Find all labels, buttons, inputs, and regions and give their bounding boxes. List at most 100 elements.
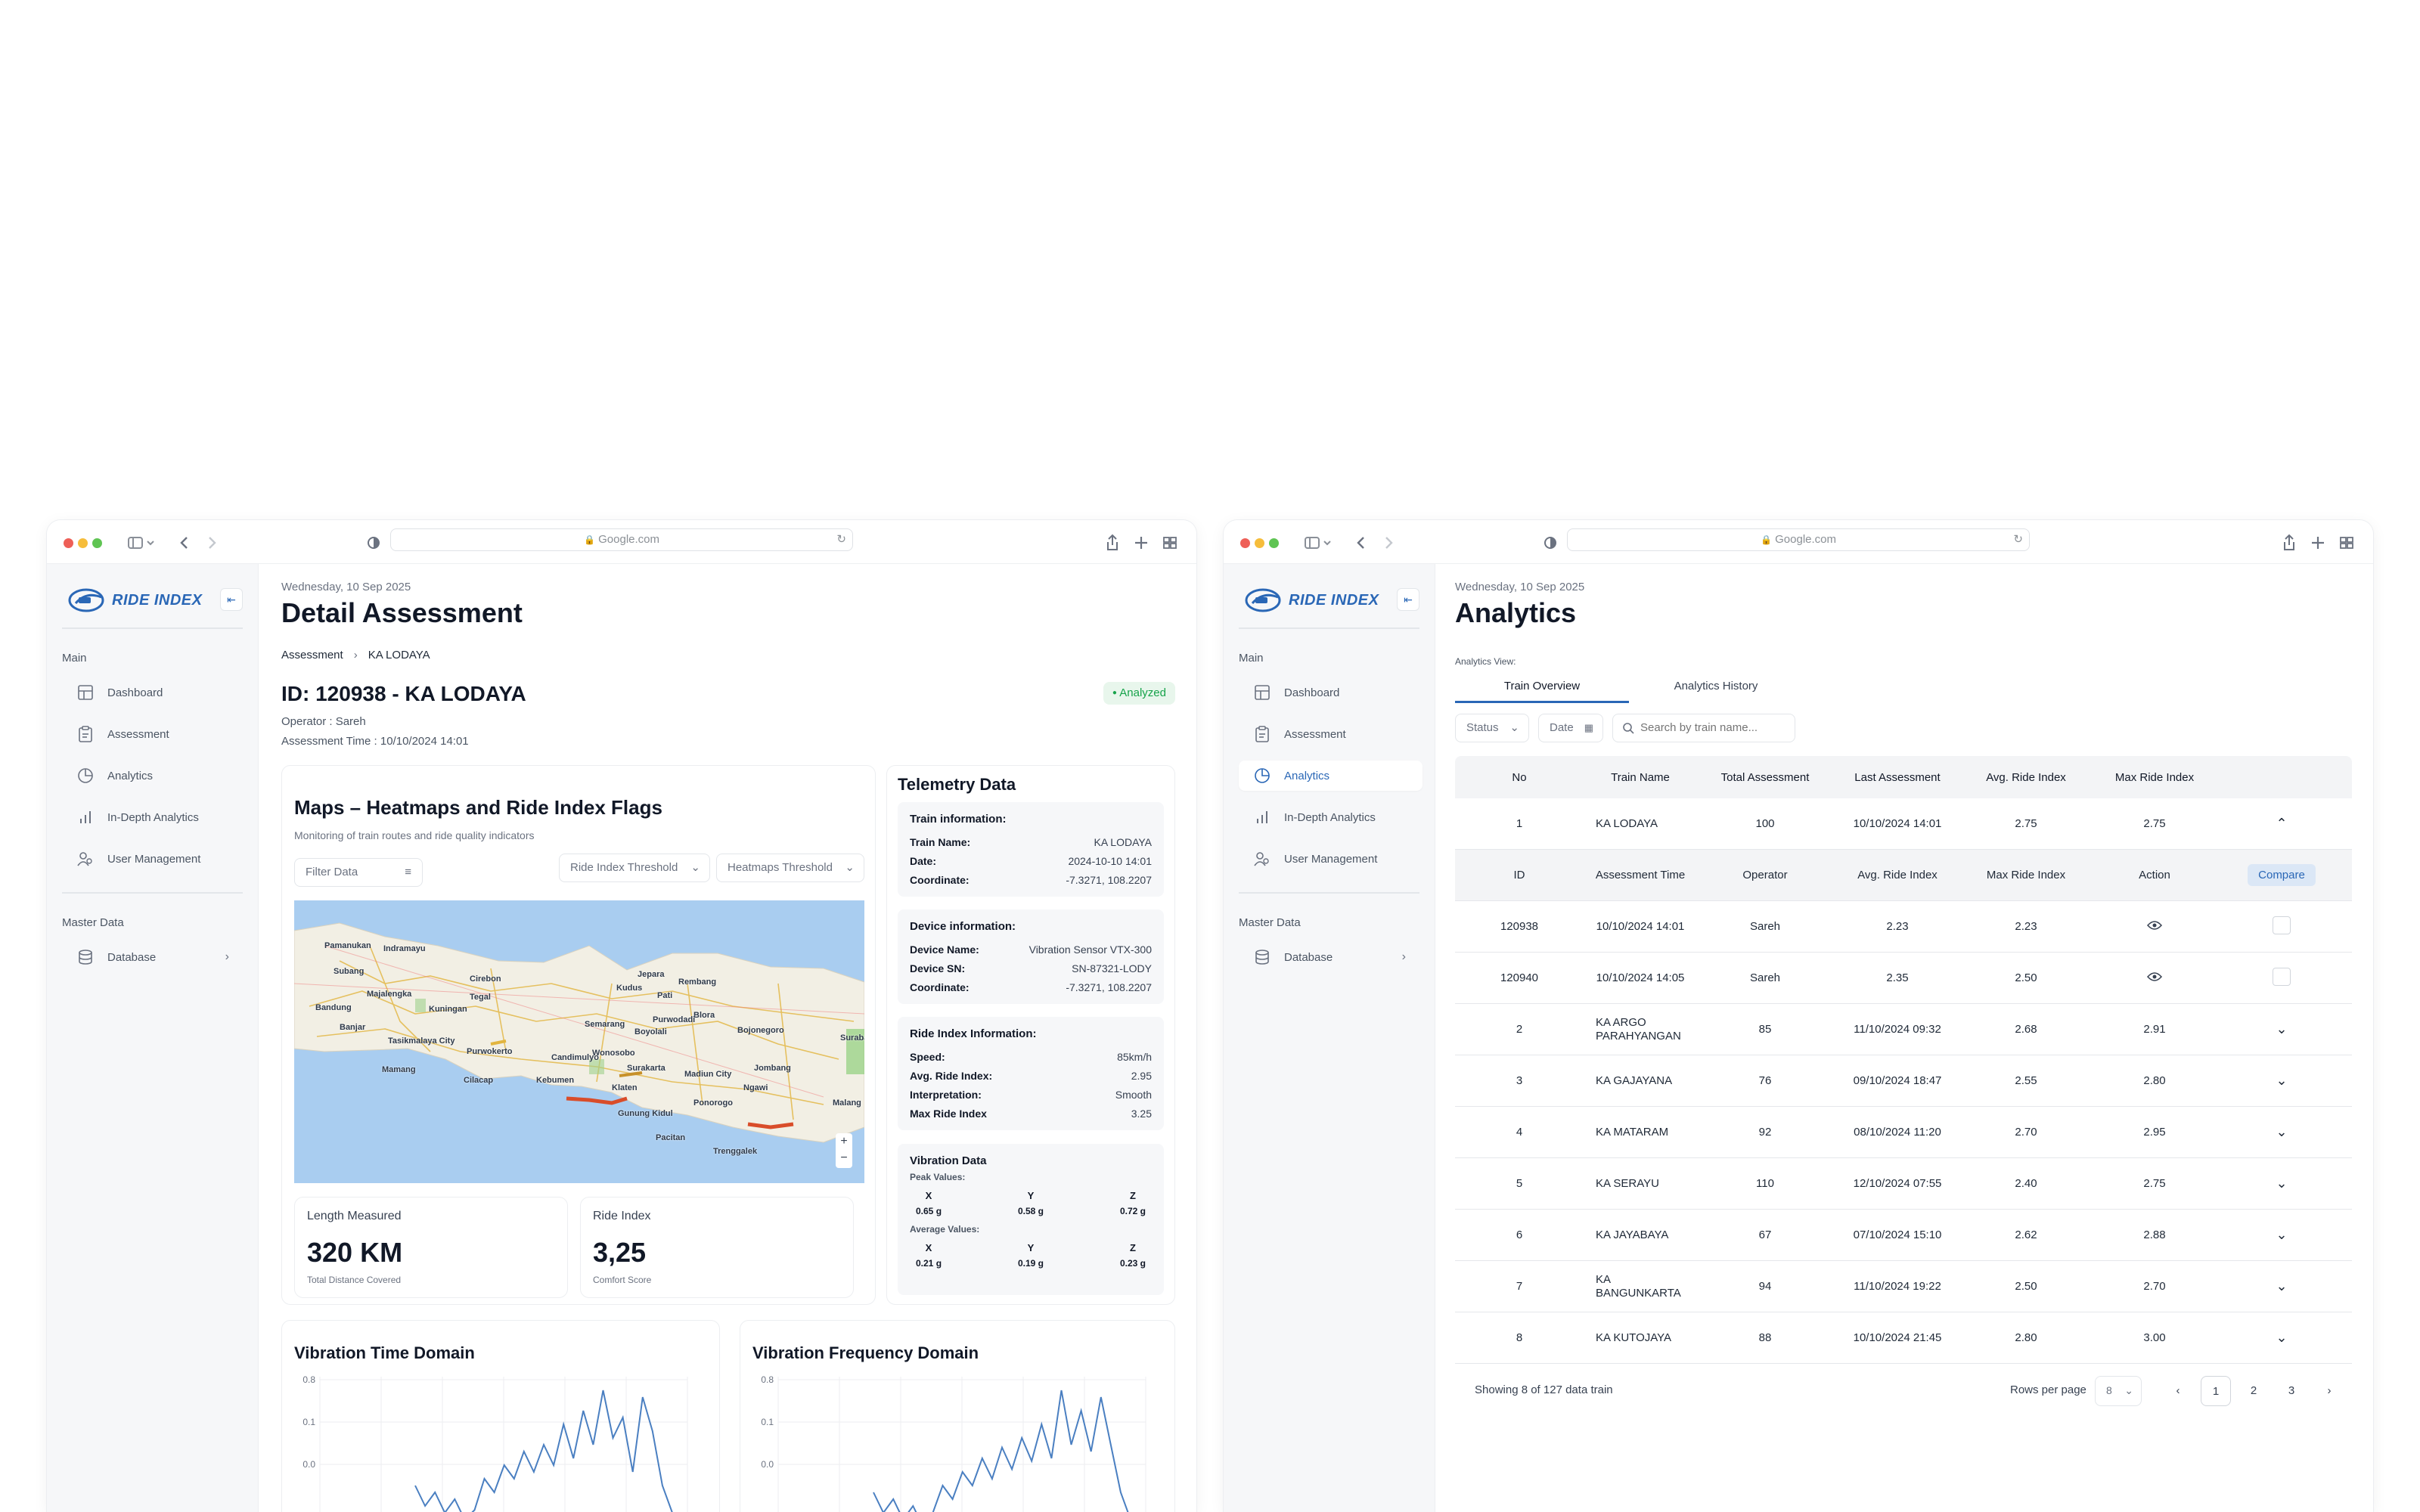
table-row[interactable]: 5 KA SERAYU 110 12/10/2024 07:55 2.40 2.75 ⌄ (1455, 1158, 2352, 1210)
map-city-label: Candimulyo (551, 1053, 599, 1062)
brand-logo[interactable]: RIDE INDEX (68, 587, 202, 614)
status-filter[interactable]: Status ⌄ (1455, 714, 1529, 742)
brand-logo[interactable]: RIDE INDEX (1245, 587, 1379, 614)
reload-icon[interactable]: ↻ (2013, 529, 2023, 550)
map-city-label: Tegal (470, 993, 491, 1002)
compare-checkbox[interactable] (2273, 967, 2291, 986)
cell-last: 08/10/2024 11:20 (1854, 1126, 1941, 1139)
new-tab-icon[interactable] (2310, 532, 2326, 553)
address-bar[interactable]: 🔒 Google.com ↻ (1567, 528, 2030, 551)
sidebar-item-in-depth-analytics[interactable]: In-Depth Analytics (62, 802, 246, 832)
sidebar-item-analytics[interactable]: Analytics (1239, 761, 1423, 791)
search-input[interactable] (1640, 721, 1784, 734)
maximize-window-button[interactable] (92, 538, 102, 548)
table-row[interactable]: 2 KA ARGO PARAHYANGAN 85 11/10/2024 09:32 2.… (1455, 1004, 2352, 1055)
breadcrumb: Assessment › KA LODAYA (281, 649, 430, 662)
map-view[interactable]: Pamanukan Indramayu Subang Cirebon Majalengk… (294, 900, 864, 1183)
y-tick-label: 0.0 (761, 1459, 774, 1470)
table-row[interactable]: 4 KA MATARAM 92 08/10/2024 11:20 2.70 2.95 ⌄ (1455, 1107, 2352, 1158)
chevron-up-icon[interactable]: ⌃ (2219, 816, 2344, 832)
minimize-window-button[interactable] (78, 538, 88, 548)
minimize-window-button[interactable] (1255, 538, 1264, 548)
sidebar-section-main: Main (62, 652, 87, 665)
collapse-sidebar-button[interactable]: ⇤ (220, 588, 243, 611)
peak-values-label: Peak Values: (910, 1172, 966, 1182)
chevron-down-icon[interactable]: ⌄ (2219, 1124, 2344, 1140)
sidebar-item-assessment[interactable]: Assessment (1239, 719, 1423, 749)
new-tab-icon[interactable] (1133, 532, 1150, 553)
ride-index-card: Ride Index 3,25 Comfort Score (580, 1197, 854, 1298)
axis-x-label: X (925, 1242, 932, 1253)
close-window-button[interactable] (64, 538, 73, 548)
map-city-label: Surabaya (840, 1033, 864, 1043)
sidebar-toggle-icon[interactable] (127, 532, 157, 553)
sidebar-item-dashboard[interactable]: Dashboard (62, 677, 246, 708)
map-city-label: Ngawi (743, 1083, 768, 1092)
zoom-out-button[interactable]: − (836, 1150, 852, 1167)
sidebar-item-database[interactable]: Database › (1239, 942, 1423, 972)
page-2-button[interactable]: 2 (2238, 1376, 2269, 1406)
share-icon[interactable] (2281, 532, 2297, 553)
sidebar-item-assessment[interactable]: Assessment (62, 719, 246, 749)
table-row[interactable]: 8 KA KUTOJAYA 88 10/10/2024 21:45 2.80 3.00 ⌄ (1455, 1312, 2352, 1364)
tab-analytics-history[interactable]: Analytics History (1629, 673, 1803, 703)
tab-overview-icon[interactable] (1162, 532, 1178, 553)
chevron-down-icon[interactable]: ⌄ (2219, 1021, 2344, 1037)
sidebar-item-user-management[interactable]: User Management (62, 844, 246, 874)
maximize-window-button[interactable] (1269, 538, 1279, 548)
shield-icon[interactable] (1541, 532, 1559, 553)
heatmaps-threshold-select[interactable]: Heatmaps Threshold ⌄ (716, 854, 864, 882)
sub-table-row: 120940 10/10/2024 14:05 Sareh 2.35 2.50 (1455, 953, 2352, 1004)
tab-train-overview[interactable]: Train Overview (1455, 673, 1629, 703)
tab-overview-icon[interactable] (2338, 532, 2355, 553)
date-filter[interactable]: Date ▦ (1538, 714, 1603, 742)
sidebar-item-database[interactable]: Database › (62, 942, 246, 972)
share-icon[interactable] (1104, 532, 1121, 553)
shield-icon[interactable] (365, 532, 383, 553)
address-bar[interactable]: 🔒 Google.com ↻ (390, 528, 853, 551)
page-3-button[interactable]: 3 (2276, 1376, 2307, 1406)
filter-data-button[interactable]: Filter Data ≡ (294, 858, 423, 887)
chevron-down-icon[interactable]: ⌄ (2219, 1176, 2344, 1191)
rows-per-page-select[interactable]: 8 ⌄ (2095, 1376, 2142, 1406)
address-text: Google.com (598, 533, 659, 546)
collapse-sidebar-button[interactable]: ⇤ (1397, 588, 1419, 611)
chevron-right-icon: › (1401, 950, 1406, 963)
view-eye-icon[interactable] (2090, 971, 2219, 985)
cell-train-name: KA LODAYA (1596, 817, 1658, 830)
y-tick-label: 0.1 (761, 1417, 774, 1427)
sidebar-item-dashboard[interactable]: Dashboard (1239, 677, 1423, 708)
sidebar-item-analytics[interactable]: Analytics (62, 761, 246, 791)
chevron-down-icon[interactable]: ⌄ (2219, 1227, 2344, 1243)
sidebar-item-in-depth-analytics[interactable]: In-Depth Analytics (1239, 802, 1423, 832)
view-eye-icon[interactable] (2090, 920, 2219, 934)
forward-icon[interactable] (204, 532, 219, 553)
chevron-down-icon[interactable]: ⌄ (2219, 1278, 2344, 1294)
breadcrumb-link-assessment[interactable]: Assessment (281, 649, 343, 662)
table-row[interactable]: 3 KA GAJAYANA 76 09/10/2024 18:47 2.55 2.80 ⌄ (1455, 1055, 2352, 1107)
compare-button[interactable]: Compare (2248, 864, 2316, 886)
compare-checkbox[interactable] (2273, 916, 2291, 934)
forward-icon[interactable] (1381, 532, 1396, 553)
sidebar-toggle-icon[interactable] (1304, 532, 1334, 553)
chevron-down-icon[interactable]: ⌄ (2219, 1073, 2344, 1089)
sidebar-item-user-management[interactable]: User Management (1239, 844, 1423, 874)
table-row[interactable]: 7 KA BANGUNKARTA 94 11/10/2024 19:22 2.50 2.7… (1455, 1261, 2352, 1312)
cell-avg: 2.35 (1886, 971, 1909, 984)
axis-z-label: Z (1130, 1242, 1136, 1253)
reload-icon[interactable]: ↻ (836, 529, 846, 550)
back-icon[interactable] (177, 532, 192, 553)
next-page-button[interactable]: › (2314, 1376, 2344, 1406)
table-row-expanded[interactable]: 1 KA LODAYA 100 10/10/2024 14:01 2.75 2.… (1455, 798, 2352, 850)
chevron-down-icon[interactable]: ⌄ (2219, 1330, 2344, 1346)
table-row[interactable]: 6 KA JAYABAYA 67 07/10/2024 15:10 2.62 2.88 ⌄ (1455, 1210, 2352, 1261)
train-search-box[interactable] (1612, 714, 1795, 742)
back-icon[interactable] (1354, 532, 1369, 553)
close-window-button[interactable] (1240, 538, 1250, 548)
heat-threshold-label: Heatmaps Threshold (728, 861, 833, 874)
current-date: Wednesday, 10 Sep 2025 (281, 581, 411, 593)
ride-index-threshold-select[interactable]: Ride Index Threshold ⌄ (559, 854, 710, 882)
prev-page-button[interactable]: ‹ (2163, 1376, 2193, 1406)
zoom-in-button[interactable]: + (836, 1133, 852, 1150)
page-1-button[interactable]: 1 (2201, 1376, 2231, 1406)
